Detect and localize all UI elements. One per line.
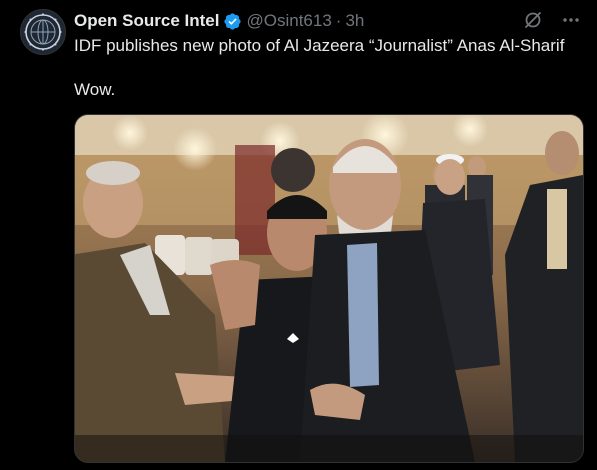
- author-avatar[interactable]: [20, 9, 66, 55]
- tweet-text-line-2: Wow.: [74, 80, 116, 99]
- grok-icon[interactable]: [523, 10, 543, 30]
- author-name[interactable]: Open Source Intel: [74, 11, 219, 31]
- tweet-actions-top: [523, 10, 581, 30]
- separator-dot: ·: [335, 11, 342, 30]
- tweet-header: Open Source Intel @Osint613 · 3h: [74, 10, 364, 32]
- photo-illustration: [75, 115, 583, 462]
- tweet-timestamp[interactable]: 3h: [345, 11, 364, 31]
- tweet-photo[interactable]: [74, 114, 584, 463]
- author-handle[interactable]: @Osint613: [246, 11, 331, 31]
- tweet-card[interactable]: Open Source Intel @Osint613 · 3h IDF pub: [0, 0, 597, 470]
- verified-badge-icon[interactable]: [223, 12, 242, 31]
- more-icon[interactable]: [561, 10, 581, 30]
- tweet-text-line-1: IDF publishes new photo of Al Jazeera “J…: [74, 36, 565, 55]
- globe-emblem-icon: [21, 10, 65, 54]
